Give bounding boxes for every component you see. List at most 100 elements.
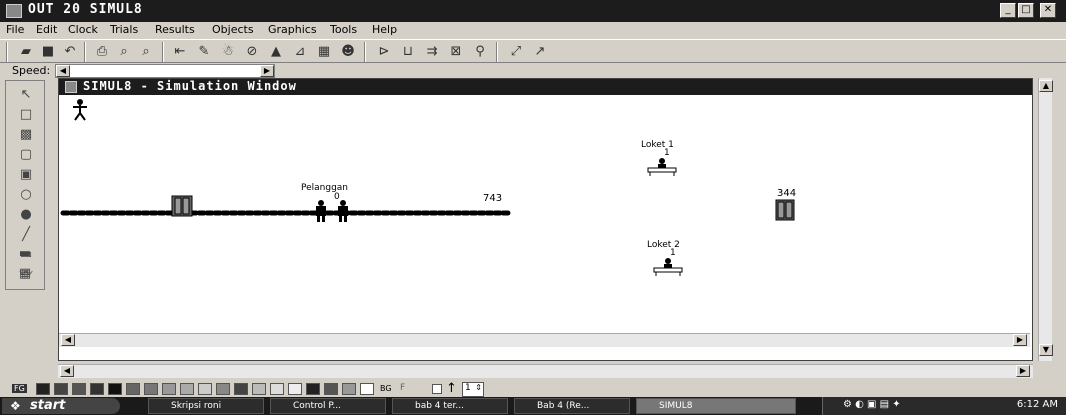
resource-person-icon[interactable] bbox=[71, 99, 89, 121]
color-swatch[interactable] bbox=[306, 383, 320, 395]
line-style-swatch[interactable] bbox=[432, 384, 442, 394]
color-swatch[interactable] bbox=[234, 383, 248, 395]
color-swatch[interactable] bbox=[270, 383, 284, 395]
color-swatch[interactable] bbox=[162, 383, 176, 395]
color-swatch[interactable] bbox=[324, 383, 338, 395]
task-skripsi-roni[interactable]: Skripsi roni bbox=[148, 398, 264, 414]
minimize-button[interactable]: _ bbox=[1000, 3, 1016, 18]
spinner-arrows-icon[interactable]: ⇕ bbox=[475, 383, 482, 392]
color-swatch[interactable] bbox=[90, 383, 104, 395]
color-swatch[interactable] bbox=[360, 383, 374, 395]
work-entry-icon[interactable]: ⊳ bbox=[374, 43, 394, 61]
start-button[interactable]: ❖ start bbox=[2, 398, 120, 414]
color-swatch[interactable] bbox=[252, 383, 266, 395]
clock[interactable]: 6:12 AM bbox=[1017, 399, 1058, 410]
color-swatch[interactable] bbox=[54, 383, 68, 395]
line-width-spinner[interactable]: 1 ⇕ bbox=[462, 382, 484, 397]
tray-icons[interactable]: ⚙ ◐ ▣ ▤ ✦ bbox=[843, 399, 901, 410]
zoom-out-icon[interactable]: ⌕ bbox=[136, 43, 156, 61]
menu-objects[interactable]: Objects bbox=[212, 23, 254, 36]
undo-icon[interactable]: ↶ bbox=[60, 43, 80, 61]
work-center-icon[interactable]: ⇉ bbox=[422, 43, 442, 61]
color-swatch[interactable] bbox=[108, 383, 122, 395]
task-simul8[interactable]: SIMUL8 bbox=[636, 398, 796, 414]
scroll-left-icon[interactable]: ◀ bbox=[61, 334, 75, 346]
image-icon[interactable]: ▬ bbox=[12, 244, 38, 263]
link-icon[interactable]: ⊘ bbox=[242, 43, 262, 61]
route-icon[interactable]: ⤢ bbox=[506, 43, 526, 61]
palette-extra: ▬ ▦ bbox=[5, 240, 45, 290]
ellipse-icon[interactable]: ○ bbox=[13, 185, 39, 204]
resource-icon[interactable]: ⚲ bbox=[470, 43, 490, 61]
print-icon[interactable]: ⎙ bbox=[92, 43, 112, 61]
system-tray: ⚙ ◐ ▣ ▤ ✦ 6:12 AM bbox=[822, 397, 1066, 415]
grid-icon[interactable]: ▦ bbox=[12, 264, 38, 283]
simulation-horizontal-scrollbar[interactable]: ◀ ▶ bbox=[59, 333, 1030, 347]
color-swatch[interactable] bbox=[198, 383, 212, 395]
maximize-button[interactable]: □ bbox=[1018, 3, 1034, 18]
filled-rectangle-icon[interactable]: ▩ bbox=[13, 125, 39, 144]
scroll-down-icon[interactable]: ▼ bbox=[1039, 344, 1053, 356]
menu-graphics[interactable]: Graphics bbox=[268, 23, 317, 36]
simulation-window-icon[interactable] bbox=[65, 81, 77, 93]
main-scroll-left-icon[interactable]: ◀ bbox=[60, 365, 74, 377]
app-icon[interactable] bbox=[6, 4, 22, 18]
help-assistant-icon[interactable]: ☻ bbox=[338, 43, 358, 61]
zoom-in-icon[interactable]: ⌕ bbox=[114, 43, 134, 61]
pencil-icon[interactable]: ✎ bbox=[194, 43, 214, 61]
menu-help[interactable]: Help bbox=[372, 23, 397, 36]
calendar-icon[interactable]: ▦ bbox=[314, 43, 334, 61]
menu-trials[interactable]: Trials bbox=[110, 23, 138, 36]
task-bab-4-ter[interactable]: bab 4 ter... bbox=[392, 398, 508, 414]
triangle-icon[interactable]: ▲ bbox=[266, 43, 286, 61]
graph-icon[interactable]: ⊿ bbox=[290, 43, 310, 61]
arrow-icon[interactable]: ↗ bbox=[530, 43, 550, 61]
rewind-icon[interactable]: ⇤ bbox=[170, 43, 190, 61]
select-arrow-icon[interactable]: ↖ bbox=[13, 85, 39, 104]
filled-rounded-rectangle-icon[interactable]: ▣ bbox=[13, 165, 39, 184]
storage-icon[interactable]: ⊔ bbox=[398, 43, 418, 61]
color-swatch[interactable] bbox=[180, 383, 194, 395]
menu-clock[interactable]: Clock bbox=[68, 23, 98, 36]
menu-results[interactable]: Results bbox=[155, 23, 195, 36]
simulation-canvas[interactable]: Pelanggan 0 743 Loket 1 1 Loket 2 1 344 bbox=[59, 95, 1030, 333]
work-entry-door-icon[interactable] bbox=[171, 195, 193, 217]
font-icon[interactable]: F bbox=[400, 383, 405, 393]
color-swatch[interactable] bbox=[126, 383, 140, 395]
color-swatch[interactable] bbox=[342, 383, 356, 395]
server1-desk-icon[interactable] bbox=[645, 157, 679, 177]
speed-control: Speed: ◀ ▶ bbox=[0, 63, 1066, 79]
scroll-right-icon[interactable]: ▶ bbox=[1013, 334, 1027, 346]
task-label: Bab 4 (Re... bbox=[537, 401, 590, 411]
person-icon[interactable]: ☃ bbox=[218, 43, 238, 61]
line-arrow-icon[interactable]: ↑ bbox=[446, 381, 457, 396]
work-exit-icon[interactable]: ⊠ bbox=[446, 43, 466, 61]
color-swatch[interactable] bbox=[216, 383, 230, 395]
open-icon[interactable]: ▰ bbox=[16, 43, 36, 61]
work-exit-door-icon[interactable] bbox=[775, 199, 795, 221]
main-vertical-scrollbar[interactable]: ▲ ▼ bbox=[1038, 78, 1053, 361]
save-icon[interactable]: ■ bbox=[38, 43, 58, 61]
main-scroll-right-icon[interactable]: ▶ bbox=[1016, 365, 1030, 377]
close-button[interactable]: ✕ bbox=[1040, 3, 1056, 18]
speed-decrease-icon[interactable]: ◀ bbox=[56, 65, 70, 77]
server2-desk-icon[interactable] bbox=[651, 257, 685, 277]
speed-increase-icon[interactable]: ▶ bbox=[260, 65, 274, 77]
menu-file[interactable]: File bbox=[6, 23, 24, 36]
filled-ellipse-icon[interactable]: ● bbox=[13, 205, 39, 224]
main-horizontal-scrollbar[interactable]: ◀ ▶ bbox=[58, 364, 1033, 378]
rounded-rectangle-icon[interactable]: ▢ bbox=[13, 145, 39, 164]
color-swatch[interactable] bbox=[144, 383, 158, 395]
task-control-panel[interactable]: Control P... bbox=[270, 398, 386, 414]
task-bab-4-re[interactable]: Bab 4 (Re... bbox=[514, 398, 630, 414]
queue-customers-icon[interactable] bbox=[311, 199, 357, 223]
speed-slider[interactable]: ◀ ▶ bbox=[55, 64, 275, 78]
scroll-up-icon[interactable]: ▲ bbox=[1039, 80, 1053, 92]
rectangle-icon[interactable]: □ bbox=[13, 105, 39, 124]
color-swatch[interactable] bbox=[36, 383, 50, 395]
menu-edit[interactable]: Edit bbox=[36, 23, 57, 36]
color-swatch[interactable] bbox=[288, 383, 302, 395]
color-swatch[interactable] bbox=[72, 383, 86, 395]
windows-logo-icon: ❖ bbox=[10, 399, 21, 413]
menu-tools[interactable]: Tools bbox=[330, 23, 357, 36]
